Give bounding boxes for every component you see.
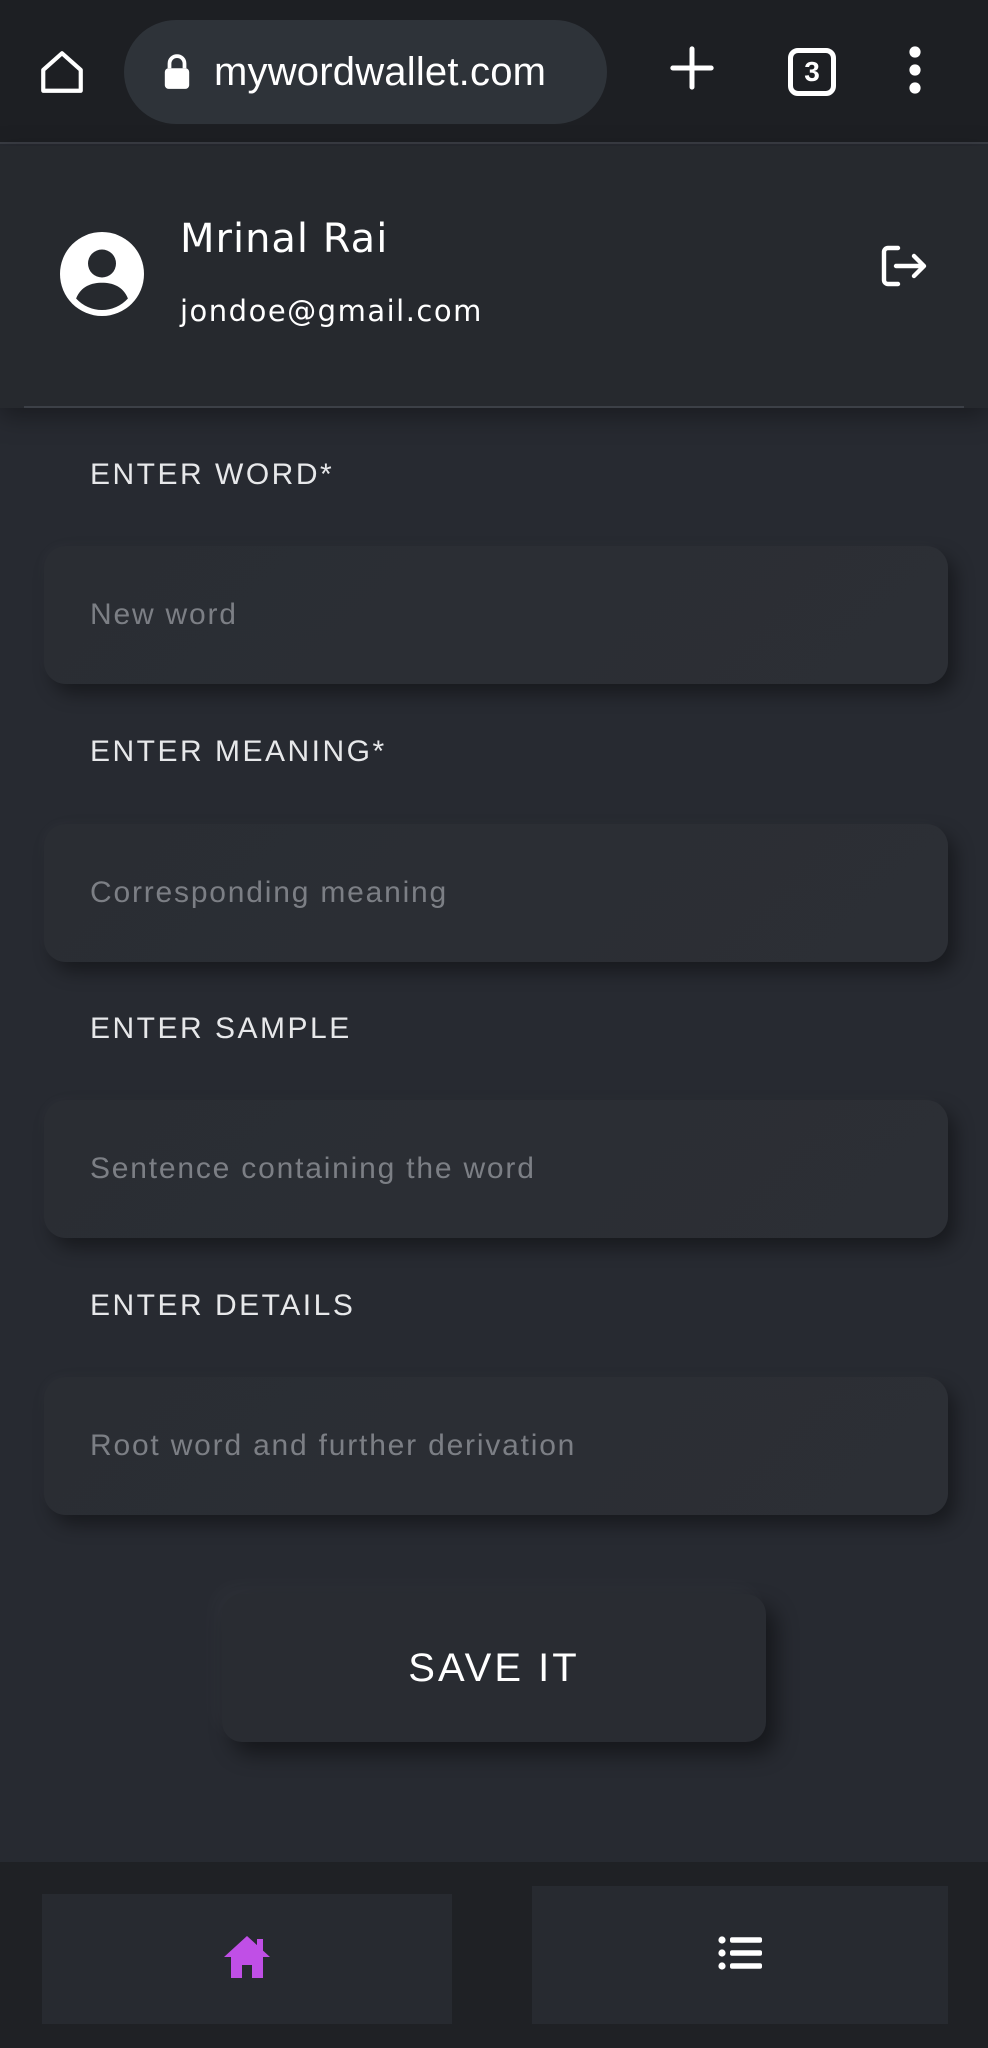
meaning-input[interactable] bbox=[44, 824, 948, 962]
nav-home-button[interactable] bbox=[42, 1894, 452, 2024]
logout-button[interactable] bbox=[872, 236, 936, 300]
logout-icon bbox=[878, 241, 930, 295]
tab-count: 3 bbox=[804, 56, 820, 87]
profile-divider bbox=[24, 406, 964, 408]
details-label: ENTER DETAILS bbox=[90, 1289, 356, 1322]
browser-menu-button[interactable] bbox=[890, 40, 940, 104]
lock-icon bbox=[160, 52, 194, 92]
tab-switcher-button[interactable]: 3 bbox=[788, 48, 836, 96]
more-vert-icon bbox=[908, 46, 922, 98]
bottom-nav bbox=[0, 1862, 988, 2048]
browser-toolbar: mywordwallet.com 3 bbox=[0, 0, 988, 144]
user-email: jondoe@gmail.com bbox=[180, 294, 483, 328]
browser-home-button[interactable] bbox=[30, 42, 94, 106]
word-label: ENTER WORD* bbox=[90, 458, 335, 491]
sample-input[interactable] bbox=[44, 1100, 948, 1238]
account-circle-icon bbox=[60, 232, 144, 316]
url-text: mywordwallet.com bbox=[214, 49, 547, 94]
details-input[interactable] bbox=[44, 1377, 948, 1515]
list-icon bbox=[718, 1936, 762, 1974]
profile-card: Mrinal Rai jondoe@gmail.com bbox=[0, 146, 988, 408]
page: mywordwallet.com 3 Mrinal Rai jondoe@gma… bbox=[0, 0, 988, 2048]
meaning-label: ENTER MEANING* bbox=[90, 735, 387, 768]
plus-icon bbox=[669, 45, 715, 95]
save-button[interactable]: SAVE IT bbox=[222, 1594, 766, 1742]
address-bar[interactable]: mywordwallet.com bbox=[124, 20, 607, 124]
user-name: Mrinal Rai bbox=[180, 216, 389, 262]
home-icon bbox=[221, 1933, 273, 1985]
home-icon bbox=[37, 47, 87, 101]
nav-list-button[interactable] bbox=[532, 1886, 948, 2024]
new-tab-button[interactable] bbox=[660, 38, 724, 102]
word-input[interactable] bbox=[44, 546, 948, 684]
sample-label: ENTER SAMPLE bbox=[90, 1012, 352, 1045]
